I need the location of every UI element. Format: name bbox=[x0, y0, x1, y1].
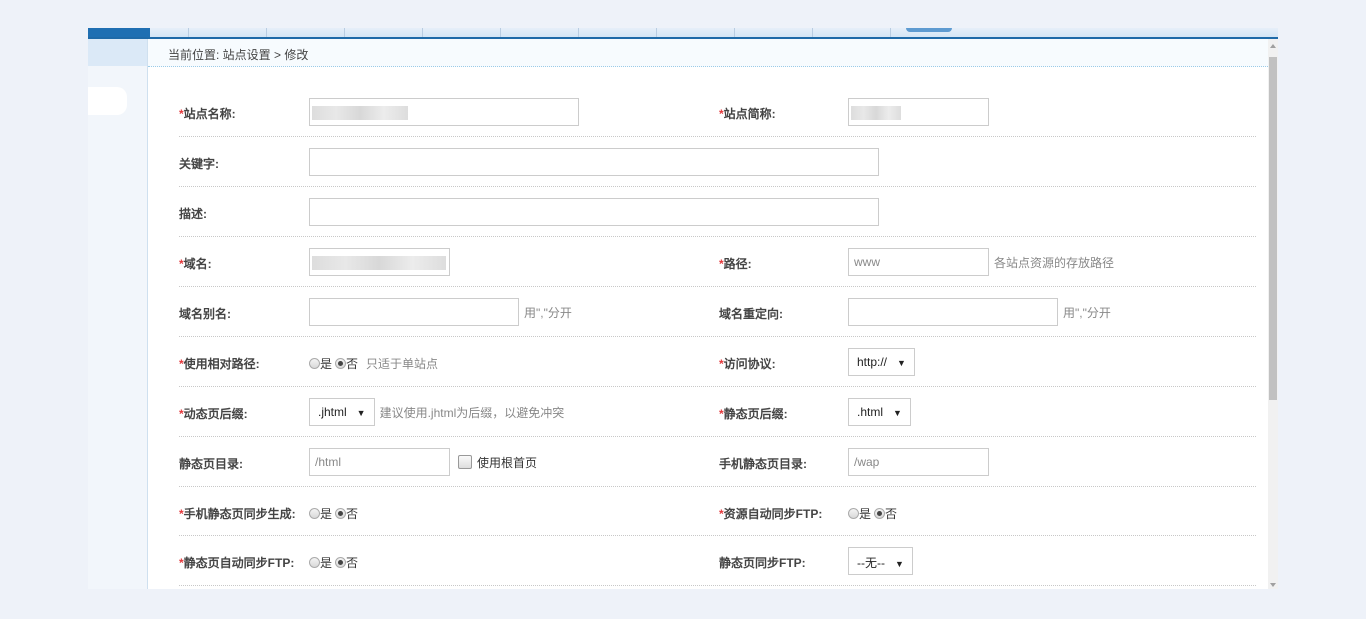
nav-tab[interactable] bbox=[188, 28, 189, 37]
label-mobile-sync: *手机静态页同步生成: bbox=[179, 507, 296, 521]
label-static-ftp: 静态页同步FTP: bbox=[719, 556, 806, 570]
dropdown-arrow-icon: ▼ bbox=[893, 408, 902, 418]
label-description: 描述: bbox=[179, 207, 207, 221]
form-row: 关键字: bbox=[179, 137, 1256, 187]
radio-label: 是 bbox=[859, 507, 872, 521]
radio-label: 否 bbox=[346, 357, 359, 371]
label-domain: *域名: bbox=[179, 257, 212, 271]
protocol-select[interactable]: http://▼ bbox=[848, 348, 915, 376]
dropdown-arrow-icon: ▼ bbox=[897, 358, 906, 368]
scrollbar[interactable] bbox=[1268, 39, 1278, 589]
label-mobile-static-dir: 手机静态页目录: bbox=[719, 457, 807, 471]
site-form: *站点名称: *站点简称: 关键字: 描述: *域名: *路径: www 各站点资… bbox=[179, 87, 1256, 586]
label-keywords: 关键字: bbox=[179, 157, 219, 171]
form-row: 静态页目录: /html 使用根首页 手机静态页目录: /wap bbox=[179, 437, 1256, 487]
domain-redirect-hint: 用","分开 bbox=[1063, 305, 1111, 320]
app-frame: 当前位置: 站点设置 > 修改 *站点名称: *站点简称: 关键字: 描述: *… bbox=[88, 28, 1278, 589]
mobile-sync-no-radio[interactable] bbox=[335, 508, 347, 519]
nav-tab[interactable] bbox=[266, 28, 267, 37]
static-ftp-select[interactable]: --无-- ▼ bbox=[848, 547, 913, 575]
nav-tab[interactable] bbox=[890, 28, 891, 37]
mobile-static-dir-input[interactable]: /wap bbox=[848, 448, 989, 476]
label-domain-redirect: 域名重定向: bbox=[719, 307, 783, 321]
label-domain-alias: 域名别名: bbox=[179, 307, 231, 321]
label-site-short: *站点简称: bbox=[719, 107, 776, 121]
label-static-ftp-auto: *静态页自动同步FTP: bbox=[179, 556, 295, 570]
label-protocol: *访问协议: bbox=[719, 357, 776, 371]
dropdown-arrow-icon: ▼ bbox=[356, 408, 366, 418]
static-ftp-auto-no-radio[interactable] bbox=[335, 557, 347, 568]
relative-path-yes-radio[interactable] bbox=[309, 358, 320, 369]
checkbox-label: 使用根首页 bbox=[477, 455, 538, 470]
sidebar-header bbox=[88, 39, 147, 66]
form-row: *动态页后缀: .jhtml ▼ 建议使用.jhtml为后缀，以避免冲突 *静态页后… bbox=[179, 387, 1256, 437]
domain-input[interactable] bbox=[309, 248, 450, 276]
form-row: 描述: bbox=[179, 187, 1256, 237]
site-short-input[interactable] bbox=[848, 98, 989, 126]
mobile-sync-yes-radio[interactable] bbox=[309, 508, 320, 519]
nav-tab[interactable] bbox=[734, 28, 735, 37]
dropdown-arrow-icon: ▼ bbox=[895, 559, 904, 569]
label-static-suffix: *静态页后缀: bbox=[719, 407, 788, 421]
nav-tab[interactable] bbox=[422, 28, 423, 37]
description-input[interactable] bbox=[309, 198, 879, 226]
radio-label: 否 bbox=[885, 507, 898, 521]
res-ftp-no-radio[interactable] bbox=[874, 508, 886, 519]
path-input[interactable]: www bbox=[848, 248, 989, 276]
scroll-up-icon[interactable] bbox=[1270, 44, 1276, 48]
radio-label: 否 bbox=[346, 507, 359, 521]
sidebar bbox=[88, 39, 148, 589]
dynamic-suffix-select[interactable]: .jhtml ▼ bbox=[309, 398, 375, 426]
path-hint: 各站点资源的存放路径 bbox=[994, 255, 1115, 270]
label-dynamic-suffix: *动态页后缀: bbox=[179, 407, 248, 421]
domain-alias-hint: 用","分开 bbox=[524, 305, 572, 320]
form-row: *域名: *路径: www 各站点资源的存放路径 bbox=[179, 237, 1256, 287]
keywords-input[interactable] bbox=[309, 148, 879, 176]
res-ftp-yes-radio[interactable] bbox=[848, 508, 859, 519]
sidebar-item-active[interactable] bbox=[88, 87, 127, 115]
static-suffix-select[interactable]: .html ▼ bbox=[848, 398, 911, 426]
nav-tab[interactable] bbox=[344, 28, 345, 37]
label-res-ftp: *资源自动同步FTP: bbox=[719, 507, 823, 521]
static-dir-input[interactable]: /html bbox=[309, 448, 450, 476]
radio-label: 是 bbox=[320, 507, 333, 521]
relative-path-no-radio[interactable] bbox=[335, 358, 347, 369]
form-row: *站点名称: *站点简称: bbox=[179, 87, 1256, 137]
label-static-dir: 静态页目录: bbox=[179, 457, 243, 471]
form-row: *静态页自动同步FTP: 是否 静态页同步FTP: --无-- ▼ bbox=[179, 536, 1256, 586]
nav-tab[interactable] bbox=[812, 28, 813, 37]
label-site-name: *站点名称: bbox=[179, 107, 236, 121]
form-row: 域名别名: 用","分开 域名重定向: 用","分开 bbox=[179, 287, 1256, 337]
nav-tab[interactable] bbox=[578, 28, 579, 37]
radio-label: 否 bbox=[346, 556, 359, 570]
label-path: *路径: bbox=[719, 257, 752, 271]
scroll-down-icon[interactable] bbox=[1270, 583, 1276, 587]
breadcrumb: 当前位置: 站点设置 > 修改 bbox=[148, 39, 1268, 67]
radio-label: 是 bbox=[320, 357, 333, 371]
static-ftp-auto-yes-radio[interactable] bbox=[309, 557, 320, 568]
scroll-thumb[interactable] bbox=[1269, 57, 1277, 400]
nav-tab[interactable] bbox=[656, 28, 657, 37]
domain-alias-input[interactable] bbox=[309, 298, 519, 326]
form-row: *手机静态页同步生成: 是否 *资源自动同步FTP: 是否 bbox=[179, 487, 1256, 536]
top-nav bbox=[88, 28, 1278, 39]
relative-path-hint: 只适于单站点 bbox=[366, 357, 439, 371]
logo-area bbox=[88, 28, 150, 37]
root-index-checkbox[interactable] bbox=[458, 455, 472, 469]
domain-redirect-input[interactable] bbox=[848, 298, 1058, 326]
label-relative-path: *使用相对路径: bbox=[179, 357, 260, 371]
form-row: *使用相对路径: 是否只适于单站点 *访问协议: http://▼ bbox=[179, 337, 1256, 387]
site-name-input[interactable] bbox=[309, 98, 579, 126]
radio-label: 是 bbox=[320, 556, 333, 570]
nav-tab-active[interactable] bbox=[906, 28, 952, 32]
nav-tab[interactable] bbox=[500, 28, 501, 37]
dynamic-suffix-hint: 建议使用.jhtml为后缀，以避免冲突 bbox=[379, 405, 565, 420]
